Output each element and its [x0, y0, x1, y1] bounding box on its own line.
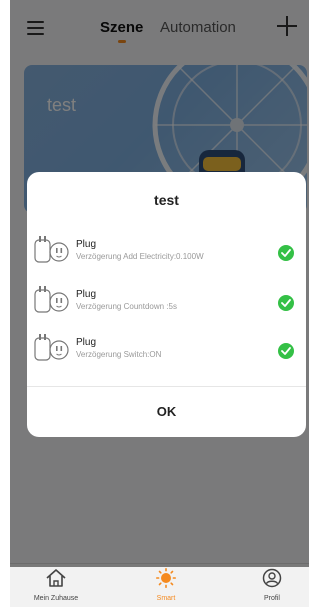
nav-label-mein-zuhause: Mein Zuhause	[33, 595, 79, 602]
user-icon	[262, 568, 282, 588]
scene-execution-dialog: test Plug Verzögerung Add Electricity:0.…	[27, 172, 306, 437]
nav-label-smart: Smart	[156, 595, 176, 602]
task-row: Plug Verzögerung Add Electricity:0.100W	[33, 234, 294, 270]
task-action-description: Verzögerung Countdown :5s	[76, 302, 177, 311]
task-device-name: Plug	[76, 289, 97, 300]
screen-border-right	[309, 0, 319, 607]
task-action-description: Verzögerung Switch:ON	[76, 350, 162, 359]
nav-label-profil: Profil	[264, 595, 280, 602]
app-screen: Szene Automation test Mein	[0, 0, 319, 607]
task-row: Plug Verzögerung Switch:ON	[33, 332, 294, 368]
check-icon	[278, 295, 294, 311]
task-row: Plug Verzögerung Countdown :5s	[33, 284, 294, 320]
task-device-name: Plug	[76, 239, 97, 250]
nav-item-smart[interactable]: Smart	[126, 568, 206, 602]
sun-icon	[155, 568, 177, 589]
ok-button[interactable]: OK	[27, 387, 306, 437]
smart-plug-icon	[34, 286, 69, 313]
check-icon	[278, 343, 294, 359]
task-action-description: Verzögerung Add Electricity:0.100W	[76, 252, 204, 261]
bottom-navigation: Mein Zuhause Smart Profil	[10, 563, 309, 607]
smart-plug-icon	[34, 236, 69, 263]
home-icon	[46, 569, 66, 587]
screen-border-left	[0, 0, 10, 607]
smart-plug-icon	[34, 334, 69, 361]
dialog-title: test	[154, 192, 179, 208]
nav-item-mein-zuhause[interactable]: Mein Zuhause	[16, 568, 96, 602]
check-icon	[278, 245, 294, 261]
task-device-name: Plug	[76, 337, 97, 348]
nav-item-profil[interactable]: Profil	[232, 568, 312, 602]
